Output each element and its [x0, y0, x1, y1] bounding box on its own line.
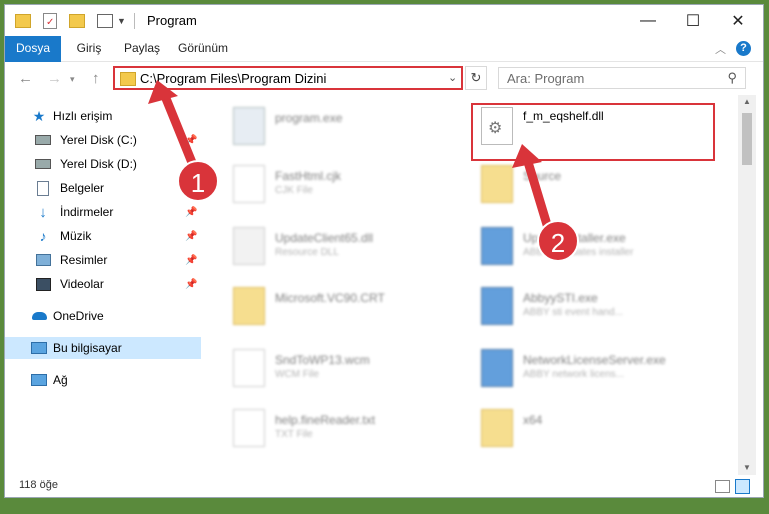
- arrow-2: [512, 144, 553, 233]
- step-badge-1: 1: [177, 160, 219, 202]
- annotation-overlay: [148, 80, 553, 233]
- step-badge-2: 2: [537, 220, 579, 262]
- arrow-1: [148, 80, 200, 175]
